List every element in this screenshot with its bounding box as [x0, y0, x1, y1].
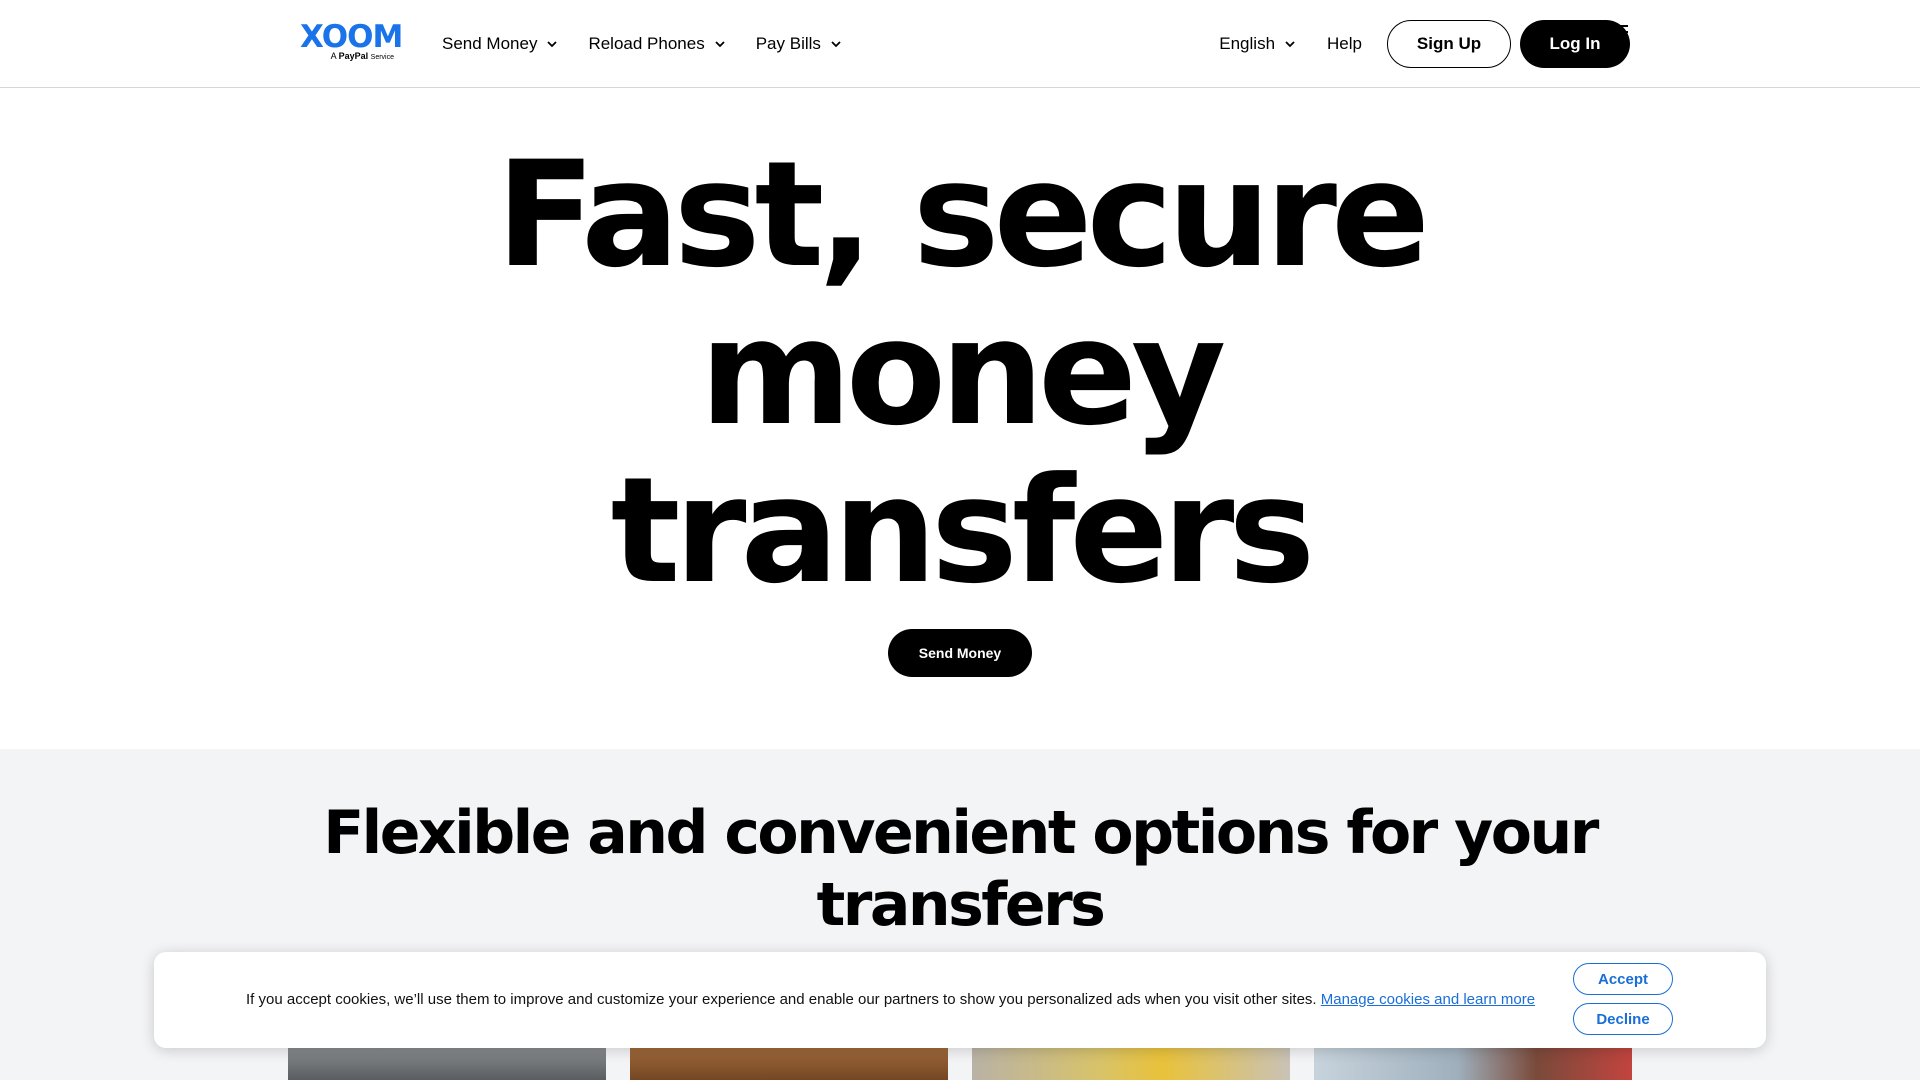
xoom-logo[interactable]: XOOM A PayPal Service — [300, 20, 403, 64]
nav-pay-bills[interactable]: Pay Bills — [756, 34, 843, 54]
main-nav: Send Money Reload Phones Pay Bills — [442, 0, 843, 88]
hero-title-line-3: transfers — [610, 446, 1316, 616]
option-cards — [288, 1047, 1632, 1080]
chevron-down-icon — [547, 41, 558, 48]
cookie-text: If you accept cookies, we’ll use them to… — [246, 991, 1317, 1008]
hero-title-line-2: money — [699, 288, 1227, 458]
cookie-message: If you accept cookies, we’ll use them to… — [246, 991, 1535, 1008]
logo-wordmark: XOOM — [300, 19, 403, 55]
nav-pay-bills-label: Pay Bills — [755, 34, 821, 53]
header-actions: English Help Sign Up Log In — [1219, 0, 1630, 88]
option-card-image[interactable] — [1314, 1047, 1632, 1080]
chevron-down-icon — [715, 41, 725, 48]
options-title: Flexible and convenient options for your… — [0, 797, 1920, 941]
hero-section: Fast, secure money transfers Send Money — [0, 88, 1920, 749]
option-card-image[interactable] — [972, 1047, 1290, 1080]
nav-reload-phones[interactable]: Reload Phones — [588, 34, 726, 54]
help-link[interactable]: Help — [1327, 34, 1362, 54]
accept-cookies-button[interactable]: Accept — [1573, 963, 1673, 995]
site-header: XOOM A PayPal Service Send Money Reload … — [0, 0, 1920, 88]
send-money-cta-button[interactable]: Send Money — [888, 629, 1032, 677]
language-label: English — [1219, 34, 1276, 53]
chevron-down-icon — [1285, 41, 1295, 48]
language-selector[interactable]: English — [1219, 34, 1297, 54]
logo-tagline: A PayPal Service — [330, 51, 394, 61]
options-title-line-1: Flexible and convenient options for your — [323, 798, 1599, 868]
nav-send-money[interactable]: Send Money — [442, 34, 559, 54]
option-card-image[interactable] — [288, 1047, 606, 1080]
option-card-image[interactable] — [630, 1047, 948, 1080]
nav-send-money-label: Send Money — [442, 34, 538, 53]
hamburger-menu-icon[interactable] — [1610, 22, 1632, 44]
sign-up-button[interactable]: Sign Up — [1387, 20, 1511, 68]
nav-reload-phones-label: Reload Phones — [588, 34, 705, 53]
cookie-banner: If you accept cookies, we’ll use them to… — [154, 952, 1766, 1048]
hero-title: Fast, secure money transfers — [0, 136, 1920, 610]
options-title-line-2: transfers — [816, 870, 1106, 940]
manage-cookies-link[interactable]: Manage cookies and learn more — [1321, 991, 1535, 1008]
hero-title-line-1: Fast, secure — [495, 130, 1430, 300]
chevron-down-icon — [831, 41, 841, 48]
decline-cookies-button[interactable]: Decline — [1573, 1003, 1673, 1035]
